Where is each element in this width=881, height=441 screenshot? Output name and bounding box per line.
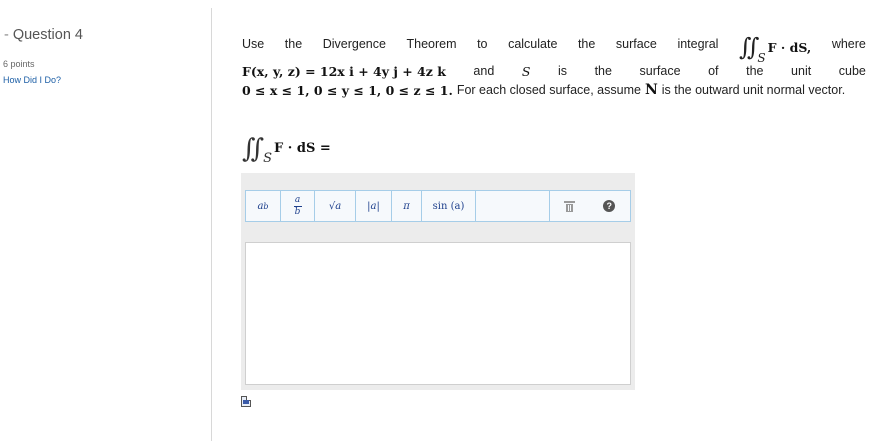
word: Use: [242, 37, 265, 51]
word: calculate: [508, 37, 558, 51]
answer-input[interactable]: [245, 242, 631, 385]
trash-icon[interactable]: [563, 200, 575, 212]
problem-line-2: F(x, y, z) = 12x i + 4y j + 4z k and S i…: [242, 62, 866, 80]
normal-vector-symbol: N: [644, 82, 658, 98]
word: unit: [791, 64, 812, 78]
word: to: [477, 37, 488, 51]
word: the: [594, 64, 612, 78]
vector-field-expression: F(x, y, z) = 12x i + 4y j + 4z k: [242, 63, 446, 79]
integral-subscript: S: [263, 150, 273, 166]
word: is: [557, 64, 568, 78]
word: and: [473, 64, 495, 78]
surface-symbol: S: [521, 63, 531, 79]
toolbar-spacer: [476, 191, 550, 221]
pi-button[interactable]: π: [392, 191, 422, 221]
fraction-denominator: b: [294, 206, 301, 217]
surface-integral-expression: ∬ SF · dS,: [738, 30, 812, 65]
fraction-button[interactable]: a b: [281, 191, 315, 221]
word: surface: [615, 37, 657, 51]
integrand: F · dS =: [274, 140, 331, 156]
word: of: [708, 64, 719, 78]
math-editor: ab a b √a |a| π sin (a) ?: [241, 173, 635, 390]
double-integral-symbol: ∬: [242, 134, 264, 164]
word: cube: [838, 64, 866, 78]
math-toolbar: ab a b √a |a| π sin (a) ?: [245, 190, 631, 222]
word: Theorem: [406, 37, 457, 51]
question-title-text: Question 4: [12, 27, 83, 43]
collapse-dash[interactable]: -: [4, 27, 9, 43]
column-divider: [211, 8, 212, 441]
integrand: F · dS,: [767, 40, 812, 55]
answer-equation-label: ∬ S F · dS =: [242, 132, 331, 166]
word: the: [746, 64, 764, 78]
sqrt-button[interactable]: √a: [315, 191, 356, 221]
fraction-icon: a b: [293, 194, 302, 217]
word: where: [831, 37, 866, 51]
superscript-button[interactable]: ab: [246, 191, 281, 221]
toolbar-actions: ?: [550, 191, 630, 221]
sin-button[interactable]: sin (a): [422, 191, 476, 221]
fraction-numerator: a: [294, 194, 301, 205]
word: integral: [677, 37, 719, 51]
word: surface: [639, 64, 681, 78]
word: the: [577, 37, 596, 51]
question-sidebar: - Question 4 6 points How Did I Do?: [0, 0, 211, 441]
how-did-i-do-link[interactable]: How Did I Do?: [3, 75, 61, 85]
problem-line-1: Use the Divergence Theorem to calculate …: [242, 30, 866, 65]
superscript-exp: b: [263, 201, 269, 211]
cube-bounds: 0 ≤ x ≤ 1, 0 ≤ y ≤ 1, 0 ≤ z ≤ 1.: [242, 82, 453, 98]
abs-button[interactable]: |a|: [356, 191, 392, 221]
sentence-part: For each closed surface, assume: [456, 83, 641, 97]
problem-line-3: 0 ≤ x ≤ 1, 0 ≤ y ≤ 1, 0 ≤ z ≤ 1. For eac…: [242, 81, 866, 99]
sentence-part: is the outward unit normal vector.: [661, 83, 846, 97]
word: Divergence: [322, 37, 386, 51]
document-icon[interactable]: [241, 396, 251, 407]
question-title: - Question 4: [4, 27, 83, 43]
help-icon[interactable]: ?: [603, 200, 616, 212]
points-label: 6 points: [3, 59, 35, 69]
double-integral-symbol: ∬: [738, 33, 760, 61]
word: the: [284, 37, 303, 51]
